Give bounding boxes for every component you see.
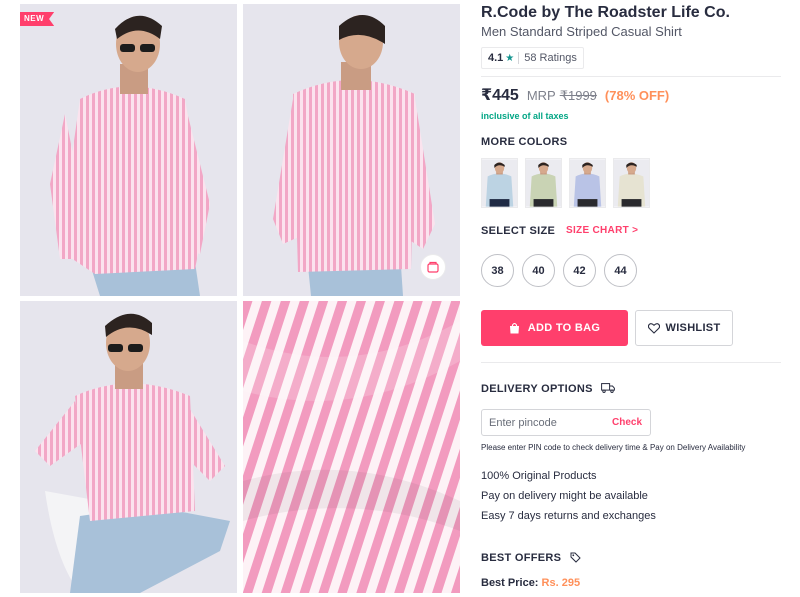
fabric-closeup-photo[interactable]: [243, 301, 460, 593]
wishlist-button[interactable]: WISHLIST: [635, 310, 733, 346]
color-swatch-thumbnail: [526, 159, 561, 207]
new-badge: NEW: [20, 12, 55, 26]
model-back-photo[interactable]: [243, 4, 460, 296]
best-offers-label: BEST OFFERS: [481, 552, 562, 564]
model-back-illustration: [243, 4, 460, 296]
best-offers-title: BEST OFFERS: [481, 552, 581, 564]
product-name: Men Standard Striped Casual Shirt: [481, 24, 682, 39]
view-similar-button[interactable]: [420, 254, 446, 280]
size-option-38[interactable]: 38: [481, 254, 514, 287]
pincode-box: Check: [481, 409, 651, 436]
color-option-lavender[interactable]: [569, 158, 606, 208]
bag-icon: [509, 322, 519, 334]
benefit-item: Easy 7 days returns and exchanges: [481, 510, 656, 522]
similar-products-icon: [427, 261, 439, 273]
color-swatch-thumbnail: [570, 159, 605, 207]
pincode-input[interactable]: [482, 410, 607, 435]
pincode-note: Please enter PIN code to check delivery …: [481, 443, 746, 452]
size-chart-link[interactable]: SIZE CHART >: [566, 225, 638, 236]
benefit-item: Pay on delivery might be available: [481, 490, 648, 502]
add-to-bag-button[interactable]: ADD TO BAG: [481, 310, 628, 346]
size-options: 38 40 42 44: [481, 254, 637, 287]
model-seated-photo[interactable]: [20, 301, 237, 593]
check-pincode-button[interactable]: Check: [612, 417, 642, 428]
wishlist-label: WISHLIST: [665, 322, 721, 334]
fabric-stripes-illustration: [243, 301, 460, 593]
rating-divider: [518, 52, 520, 64]
rating-badge[interactable]: 4.1 ★ 58 Ratings: [481, 47, 584, 69]
size-option-40[interactable]: 40: [522, 254, 555, 287]
best-price-value: Rs. 295: [541, 577, 581, 589]
mrp-label: MRP: [526, 88, 556, 103]
color-swatch-thumbnail: [482, 159, 517, 207]
best-price-label: Best Price:: [481, 577, 539, 589]
more-colors-title: MORE COLORS: [481, 136, 568, 148]
heart-icon: [647, 322, 660, 334]
selling-price: ₹445: [481, 87, 519, 104]
best-price-row: Best Price: Rs. 295: [481, 577, 580, 589]
divider: [481, 362, 781, 363]
delivery-benefits: 100% Original Products Pay on delivery m…: [481, 468, 656, 528]
size-option-44[interactable]: 44: [604, 254, 637, 287]
delivery-options-label: DELIVERY OPTIONS: [481, 383, 593, 395]
color-swatch-thumbnail: [614, 159, 649, 207]
mrp-value: ₹1999: [559, 88, 597, 103]
rating-value: 4.1: [488, 52, 504, 64]
color-option-light-blue[interactable]: [481, 158, 518, 208]
tag-icon: [570, 552, 581, 563]
color-option-cream[interactable]: [613, 158, 650, 208]
benefit-item: 100% Original Products: [481, 470, 597, 482]
divider: [481, 76, 781, 77]
color-option-sage-green[interactable]: [525, 158, 562, 208]
model-front-photo[interactable]: [20, 4, 237, 296]
discount-label: (78% OFF): [604, 88, 670, 103]
color-options: [481, 158, 650, 208]
delivery-options-title: DELIVERY OPTIONS: [481, 383, 616, 395]
price-row: ₹445 MRP ₹1999 (78% OFF): [481, 85, 669, 105]
brand-name[interactable]: R.Code by The Roadster Life Co.: [481, 4, 730, 22]
model-seated-illustration: [20, 301, 237, 593]
select-size-title: SELECT SIZE: [481, 225, 556, 237]
add-to-bag-label: ADD TO BAG: [527, 322, 601, 334]
tax-note: inclusive of all taxes: [481, 111, 569, 121]
size-option-42[interactable]: 42: [563, 254, 596, 287]
model-front-illustration: [20, 4, 237, 296]
star-icon: ★: [505, 52, 515, 64]
rating-count: 58 Ratings: [524, 52, 577, 64]
product-image-gallery: NEW: [0, 0, 470, 597]
truck-icon: [601, 383, 616, 394]
